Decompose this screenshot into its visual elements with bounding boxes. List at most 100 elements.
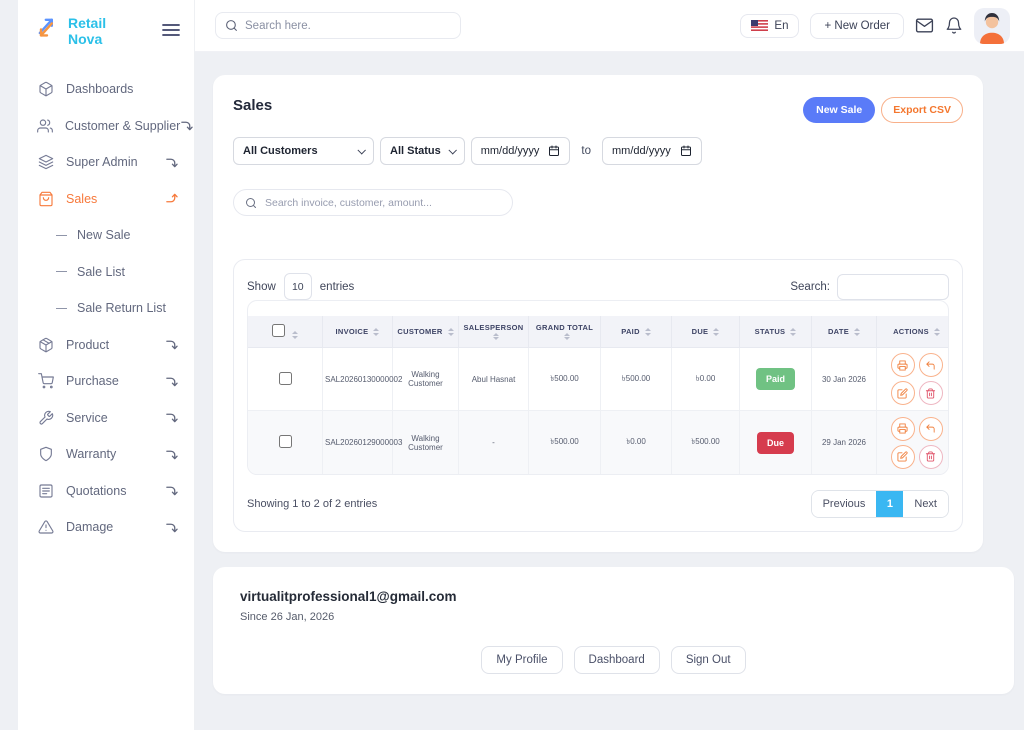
calendar-icon [680, 145, 692, 157]
main-content: Sales New Sale Export CSV All Customers … [195, 52, 1024, 730]
sort-icon [448, 328, 454, 336]
print-button[interactable] [891, 353, 915, 377]
status-badge: Paid [756, 368, 795, 390]
chevron-down-icon [357, 146, 365, 154]
column-header-invoice[interactable]: INVOICE [323, 316, 393, 348]
language-button[interactable]: En [740, 14, 799, 38]
notifications-button[interactable] [945, 16, 963, 35]
row-checkbox[interactable] [279, 435, 292, 448]
brand-logo[interactable]: Retail Nova [18, 0, 194, 57]
column-header-date[interactable]: DATE [812, 316, 877, 348]
column-header-customer[interactable]: CUSTOMER [393, 316, 459, 348]
sidebar-item-customer-supplier[interactable]: Customer & Supplier [18, 108, 194, 145]
return-button[interactable] [919, 417, 943, 441]
cell-due: ৳500.00 [672, 411, 740, 474]
date-to-value: mm/dd/yyyy [612, 145, 671, 157]
sidebar-item-sale-return-list[interactable]: Sale Return List [18, 290, 194, 327]
date-from-input[interactable]: mm/dd/yyyy [471, 137, 571, 165]
cube-icon [37, 81, 54, 97]
previous-page-button[interactable]: Previous [812, 491, 877, 517]
sales-table: INVOICE CUSTOMER SALESPERSON GRAND TOTAL… [248, 316, 949, 474]
return-button[interactable] [919, 353, 943, 377]
sidebar-item-dashboards[interactable]: Dashboards [18, 71, 194, 108]
dash-icon [56, 271, 67, 272]
column-header-paid[interactable]: PAID [601, 316, 672, 348]
invoice-search-input[interactable] [265, 197, 501, 209]
sidebar-item-purchase[interactable]: Purchase [18, 363, 194, 400]
sidebar-item-super-admin[interactable]: Super Admin [18, 144, 194, 181]
delete-button[interactable] [919, 381, 943, 405]
column-label: DATE [828, 327, 849, 336]
sidebar-item-new-sale[interactable]: New Sale [18, 217, 194, 254]
new-sale-button[interactable]: New Sale [803, 97, 875, 123]
sidebar-item-label: New Sale [77, 228, 131, 242]
brand-line1: Retail [68, 15, 106, 31]
my-profile-button[interactable]: My Profile [481, 646, 562, 674]
cell-invoice: SAL20260129000003 [323, 411, 393, 474]
status-select[interactable]: All Status [380, 137, 465, 165]
table-search-label: Search: [790, 281, 830, 293]
layers-icon [37, 154, 54, 170]
customers-select-value: All Customers [243, 145, 318, 157]
sort-icon[interactable] [292, 331, 298, 339]
column-label: CUSTOMER [397, 327, 442, 336]
table-search-input[interactable] [837, 274, 949, 300]
column-label: SALESPERSON [464, 323, 524, 332]
cell-customer: Walking Customer [393, 411, 459, 474]
document-icon [37, 483, 54, 499]
expand-down-icon [180, 119, 193, 132]
entries-count-input[interactable] [284, 273, 312, 300]
messages-button[interactable] [915, 16, 934, 35]
column-header-actions[interactable]: ACTIONS [877, 316, 949, 348]
customers-select[interactable]: All Customers [233, 137, 374, 165]
column-header-due[interactable]: DUE [672, 316, 740, 348]
page-number-button[interactable]: 1 [876, 491, 903, 517]
sidebar-item-quotations[interactable]: Quotations [18, 473, 194, 510]
next-page-button[interactable]: Next [903, 491, 948, 517]
brand-line2: Nova [68, 31, 102, 47]
sidebar: Retail Nova Dashboards Customer & Suppli… [18, 0, 195, 730]
sidebar-item-warranty[interactable]: Warranty [18, 436, 194, 473]
calendar-icon [548, 145, 560, 157]
column-header-status[interactable]: STATUS [740, 316, 812, 348]
edit-button[interactable] [891, 381, 915, 405]
sort-icon [790, 328, 796, 336]
sidebar-item-sale-list[interactable]: Sale List [18, 254, 194, 291]
hamburger-menu-icon[interactable] [162, 23, 180, 37]
edit-button[interactable] [891, 445, 915, 469]
column-header-grand-total[interactable]: GRAND TOTAL [529, 316, 601, 348]
cell-paid: ৳0.00 [601, 411, 672, 474]
topbar: En + New Order [195, 0, 1024, 52]
cell-due: ৳0.00 [672, 348, 740, 411]
dash-icon [56, 235, 67, 236]
sidebar-item-service[interactable]: Service [18, 400, 194, 437]
entries-label: entries [320, 281, 355, 293]
us-flag-icon [751, 20, 768, 31]
export-csv-button[interactable]: Export CSV [881, 97, 963, 123]
shield-icon [37, 446, 54, 462]
global-search-input[interactable] [245, 20, 451, 32]
sidebar-item-damage[interactable]: Damage [18, 509, 194, 546]
sidebar-item-sales[interactable]: Sales [18, 181, 194, 218]
row-checkbox[interactable] [279, 372, 292, 385]
new-order-button[interactable]: + New Order [810, 13, 904, 39]
dash-icon [56, 308, 67, 309]
user-avatar[interactable] [974, 8, 1010, 44]
global-search[interactable] [215, 12, 461, 39]
sidebar-item-product[interactable]: Product [18, 327, 194, 364]
table-header-row: INVOICE CUSTOMER SALESPERSON GRAND TOTAL… [248, 316, 949, 348]
sign-out-button[interactable]: Sign Out [671, 646, 746, 674]
dashboard-button[interactable]: Dashboard [574, 646, 660, 674]
table-row: SAL20260130000002 Walking Customer Abul … [248, 348, 949, 411]
date-to-input[interactable]: mm/dd/yyyy [602, 137, 702, 165]
delete-button[interactable] [919, 445, 943, 469]
expand-down-icon [165, 375, 178, 388]
print-button[interactable] [891, 417, 915, 441]
select-all-checkbox[interactable] [272, 324, 285, 337]
column-label: PAID [621, 327, 640, 336]
table-row: SAL20260129000003 Walking Customer - ৳50… [248, 411, 949, 474]
search-icon [225, 19, 238, 32]
column-header-salesperson[interactable]: SALESPERSON [459, 316, 529, 348]
column-label: INVOICE [336, 327, 369, 336]
invoice-search[interactable] [233, 189, 513, 216]
